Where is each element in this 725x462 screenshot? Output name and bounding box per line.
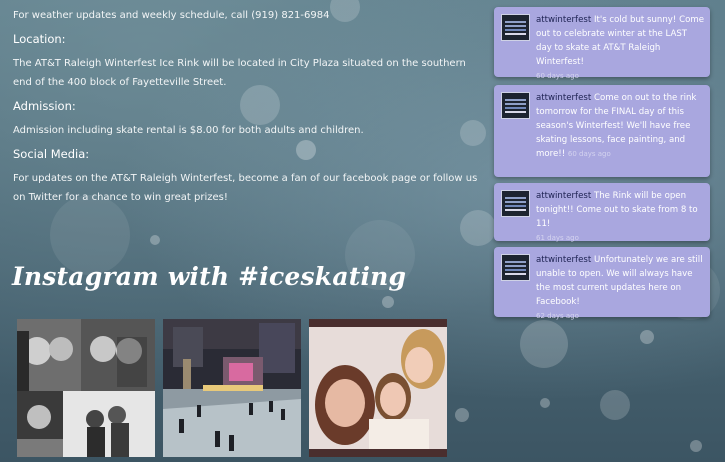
event-info: For weather updates and weekly schedule,… xyxy=(13,6,483,207)
bokeh-decoration xyxy=(460,210,496,246)
bokeh-decoration xyxy=(382,296,394,308)
location-text: The AT&T Raleigh Winterfest Ice Rink wil… xyxy=(13,58,466,88)
bokeh-decoration xyxy=(690,440,702,452)
avatar[interactable] xyxy=(501,14,530,41)
admission-heading: Admission: xyxy=(13,99,76,113)
bokeh-decoration xyxy=(540,398,550,408)
bokeh-decoration xyxy=(455,408,469,422)
tweet-card[interactable]: attwinterfest Unfortunately we are still… xyxy=(494,247,710,320)
instagram-photo-collage[interactable] xyxy=(17,319,155,457)
avatar[interactable] xyxy=(501,190,530,217)
tweet-username[interactable]: attwinterfest xyxy=(536,15,591,25)
tweet-username[interactable]: attwinterfest xyxy=(536,191,591,201)
tweet-card[interactable]: attwinterfest The Rink will be open toni… xyxy=(494,183,710,242)
instagram-photo-rink[interactable] xyxy=(163,319,301,457)
social-heading: Social Media: xyxy=(13,147,90,161)
social-text: For updates on the AT&T Raleigh Winterfe… xyxy=(13,173,478,203)
tweet-timestamp[interactable]: 60 days ago xyxy=(536,69,704,83)
bokeh-decoration xyxy=(600,390,630,420)
tweet-card[interactable]: attwinterfest Come on out to the rink to… xyxy=(494,85,710,177)
location-heading: Location: xyxy=(13,32,66,46)
tweet-timestamp[interactable]: 61 days ago xyxy=(536,231,704,245)
bokeh-decoration xyxy=(150,235,160,245)
tweet-timestamp[interactable]: 60 days ago xyxy=(568,150,611,158)
instagram-heading: Instagram with #iceskating xyxy=(12,262,407,291)
avatar[interactable] xyxy=(501,254,530,281)
tweet-username[interactable]: attwinterfest xyxy=(536,93,591,103)
avatar[interactable] xyxy=(501,92,530,119)
tweet-timestamp[interactable]: 62 days ago xyxy=(536,309,704,323)
instagram-photo-selfie[interactable] xyxy=(309,319,447,457)
bokeh-decoration xyxy=(520,320,568,368)
admission-text: Admission including skate rental is $8.0… xyxy=(13,125,364,136)
bokeh-decoration xyxy=(640,330,654,344)
tweet-card[interactable]: attwinterfest It's cold but sunny! Come … xyxy=(494,7,710,80)
weather-line: For weather updates and weekly schedule,… xyxy=(13,10,330,21)
tweet-username[interactable]: attwinterfest xyxy=(536,255,591,265)
